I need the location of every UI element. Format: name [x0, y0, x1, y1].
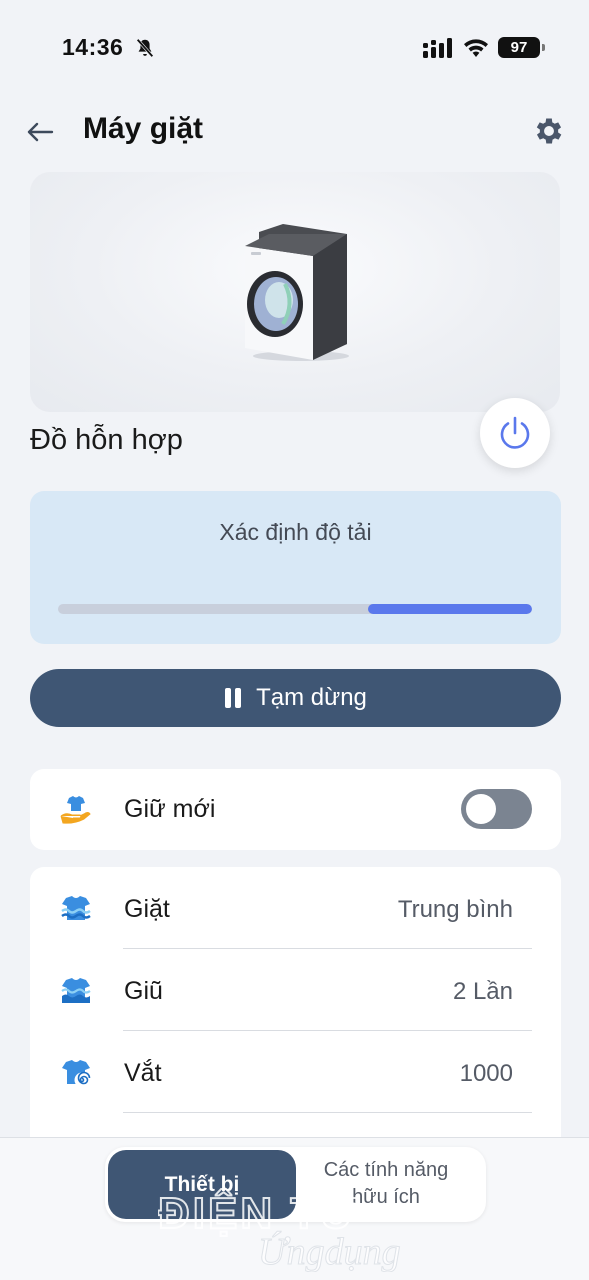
row-divider — [123, 1112, 532, 1113]
bottom-tab-switcher: Thiết bị Các tính năng hữu ích — [105, 1147, 486, 1222]
row-divider — [123, 1030, 532, 1031]
setting-value-rinse: 2 Lần — [452, 978, 513, 1005]
progress-bar-fill — [368, 604, 532, 614]
keep-fresh-card: Giữ mới — [30, 769, 561, 850]
power-button[interactable] — [480, 398, 550, 468]
progress-bar — [58, 604, 532, 614]
washing-machine-illustration — [245, 224, 349, 361]
pause-button-label: Tạm dừng — [256, 684, 367, 711]
program-name: Đồ hỗn hợp — [30, 424, 183, 456]
tab-useful-features[interactable]: Các tính năng hữu ích — [305, 1157, 467, 1211]
arrow-left-icon[interactable] — [24, 116, 56, 148]
row-divider — [123, 948, 532, 949]
progress-status-label: Xác định độ tải — [219, 519, 372, 545]
battery-icon: 97 — [498, 37, 545, 58]
setting-value-spin: 1000 — [459, 1060, 513, 1087]
gear-icon[interactable] — [532, 114, 566, 148]
bell-slash-icon — [136, 38, 154, 58]
setting-value-wash: Trung bình — [397, 896, 513, 923]
app-header: Máy giặt — [0, 100, 589, 164]
tab-useful-features-line2: hữu ích — [352, 1186, 420, 1208]
keep-fresh-label: Giữ mới — [124, 795, 216, 823]
keep-fresh-toggle[interactable] — [461, 789, 532, 829]
progress-card: Xác định độ tải — [30, 491, 561, 644]
signal-icon — [423, 38, 452, 58]
toggle-knob — [466, 794, 496, 824]
spin-icon — [62, 1060, 91, 1088]
pause-icon — [224, 688, 242, 708]
status-bar: 14:36 97 — [0, 0, 589, 96]
setting-label-spin: Vắt — [124, 1059, 162, 1087]
power-icon — [500, 416, 530, 449]
rinse-icon — [61, 978, 91, 1003]
setting-label-rinse: Giũ — [124, 977, 163, 1005]
tab-device[interactable]: Thiết bị — [108, 1150, 296, 1219]
tab-useful-features-line1: Các tính năng — [323, 1159, 449, 1181]
wash-settings-card: Giặt Trung bình Giũ 2 Lần Vắt 1000 — [30, 867, 561, 1167]
wifi-icon — [464, 39, 488, 57]
page-title: Máy giặt — [83, 112, 204, 145]
status-time: 14:36 — [62, 34, 124, 60]
wash-icon — [61, 896, 91, 920]
pause-button[interactable]: Tạm dừng — [30, 669, 561, 727]
setting-label-wash: Giặt — [124, 895, 170, 923]
hand-shirt-icon — [60, 796, 91, 824]
